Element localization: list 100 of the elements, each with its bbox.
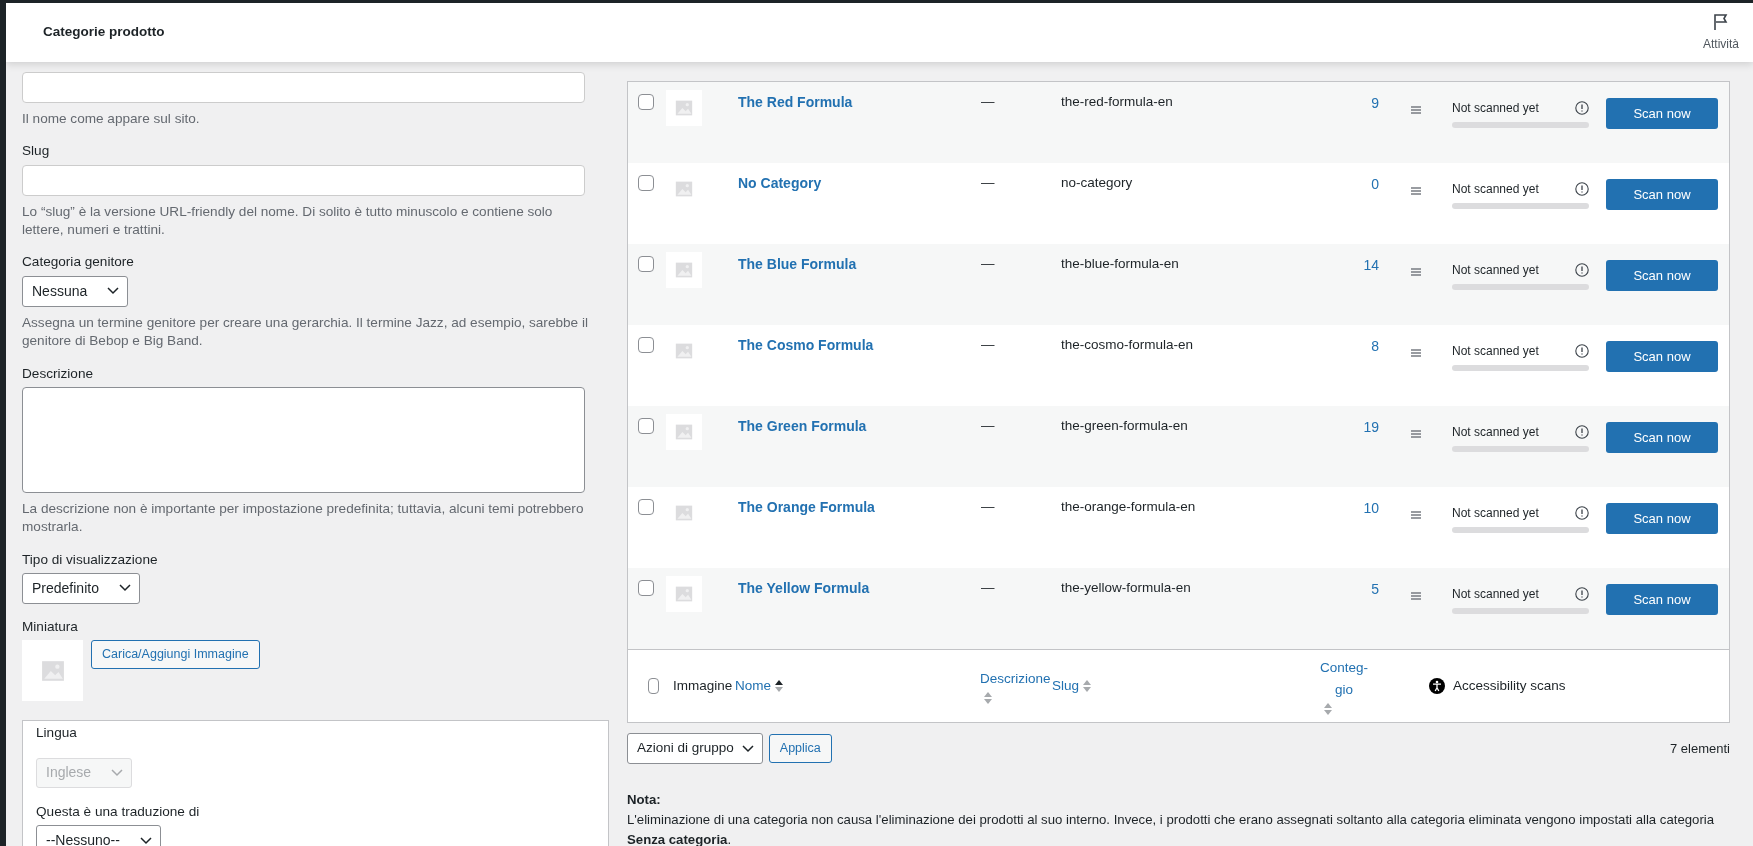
row-checkbox[interactable]: [638, 580, 654, 596]
description-cell: —: [981, 256, 995, 271]
field-hint: Assegna un termine genitore per creare una gerarchia. Il termine Jazz, ad esempio, sarebbe il genitore di Bebop e Big Band.: [22, 313, 589, 351]
input-field[interactable]: [22, 72, 585, 103]
apply-button[interactable]: Applica: [768, 734, 832, 763]
page-title: Categorie prodotto: [43, 23, 165, 42]
count-link[interactable]: 10: [1363, 498, 1411, 519]
image-placeholder-icon: [40, 658, 65, 683]
description-cell: —: [981, 337, 995, 352]
scan-now-button[interactable]: Scan now: [1606, 422, 1718, 453]
scan-status: Not scanned yet: [1452, 181, 1539, 198]
description-cell: —: [981, 175, 995, 190]
column-sort-link[interactable]: Descrizione: [980, 668, 1051, 690]
image-placeholder-icon: [675, 99, 693, 117]
image-placeholder-icon: [675, 423, 693, 441]
image-placeholder-icon: [675, 342, 693, 360]
flag-icon: [1713, 12, 1729, 31]
row-checkbox[interactable]: [638, 418, 654, 434]
field-label: Questa è una traduzione di: [36, 802, 201, 821]
scan-now-button[interactable]: Scan now: [1606, 341, 1718, 372]
description-cell: —: [981, 499, 995, 514]
image-placeholder-icon: [675, 261, 693, 279]
upload-image-button[interactable]: Carica/Aggiungi Immagine: [91, 640, 260, 670]
select-all-checkbox[interactable]: [648, 678, 659, 694]
info-icon: [1575, 263, 1589, 277]
field-label: Lingua: [36, 724, 78, 743]
description-field[interactable]: [22, 386, 585, 493]
row-checkbox[interactable]: [638, 94, 654, 110]
drag-handle-icon[interactable]: [1411, 268, 1421, 276]
note-title: Nota:: [627, 791, 662, 809]
slug-cell: the-orange-formula-en: [1061, 499, 1196, 514]
info-icon: [1575, 587, 1589, 601]
drag-handle-icon[interactable]: [1411, 592, 1421, 600]
category-name-link[interactable]: The Yellow Formula: [738, 580, 870, 596]
row-checkbox[interactable]: [638, 499, 654, 515]
chevron-icon: [139, 836, 152, 845]
category-name-link[interactable]: No Category: [738, 175, 822, 191]
column-sort-link[interactable]: Nome: [735, 675, 771, 697]
dropdown-field[interactable]: Nessuna: [22, 275, 129, 307]
drag-handle-icon[interactable]: [1411, 511, 1421, 519]
input-field[interactable]: [22, 164, 585, 196]
count-link[interactable]: 9: [1371, 93, 1411, 114]
description-cell: —: [981, 94, 995, 109]
chevron-icon: [118, 584, 131, 593]
count-link[interactable]: 5: [1371, 579, 1411, 600]
category-name-link[interactable]: The Orange Formula: [738, 499, 875, 515]
field-hint: Il nome come appare sul sito.: [22, 110, 201, 128]
scan-status: Not scanned yet: [1452, 586, 1539, 603]
field-label: Miniatura: [22, 617, 79, 636]
column-header: Accessibility scans: [1453, 676, 1566, 695]
field-hint: Lo “slug” è la versione URL-friendly del nome. Di solito è tutto minuscolo e contiene solo lettere, numeri e trattini.: [22, 202, 554, 240]
column-sort-link[interactable]: Slug: [1052, 675, 1080, 697]
description-cell: —: [981, 580, 995, 595]
field-label: Categoria genitore: [22, 253, 135, 272]
scan-status: Not scanned yet: [1452, 424, 1539, 441]
drag-handle-icon[interactable]: [1411, 430, 1421, 438]
scan-now-button[interactable]: Scan now: [1606, 179, 1718, 210]
slug-cell: the-green-formula-en: [1061, 418, 1188, 433]
field-label: Descrizione: [22, 364, 94, 383]
item-count: 7 elementi: [1670, 739, 1730, 758]
scan-now-button[interactable]: Scan now: [1606, 98, 1718, 129]
row-checkbox[interactable]: [638, 256, 654, 272]
scan-now-button[interactable]: Scan now: [1606, 584, 1718, 615]
image-placeholder-icon: [675, 585, 693, 603]
count-link[interactable]: 8: [1371, 336, 1411, 357]
image-placeholder-icon: [675, 180, 693, 198]
scan-status: Not scanned yet: [1452, 262, 1539, 279]
scan-now-button[interactable]: Scan now: [1606, 503, 1718, 534]
field-label: Tipo di visualizzazione: [22, 550, 159, 569]
slug-cell: the-blue-formula-en: [1061, 256, 1179, 271]
slug-cell: the-yellow-formula-en: [1061, 580, 1191, 595]
drag-handle-icon[interactable]: [1411, 187, 1421, 195]
row-checkbox[interactable]: [638, 175, 654, 191]
category-name-link[interactable]: The Red Formula: [738, 94, 853, 110]
info-icon: [1575, 101, 1589, 115]
dropdown-field[interactable]: Predefinito: [22, 572, 140, 604]
count-link[interactable]: 0: [1371, 174, 1411, 195]
activity-button[interactable]: Attività: [1703, 12, 1739, 53]
chevron-icon: [107, 287, 120, 296]
chevron-icon: [111, 768, 124, 777]
column-sort-link[interactable]: Conteg-gio: [1319, 657, 1369, 701]
bulk-actions-dropdown[interactable]: Azioni di gruppo: [627, 733, 763, 764]
drag-handle-icon[interactable]: [1411, 106, 1421, 114]
category-name-link[interactable]: The Blue Formula: [738, 256, 857, 272]
row-checkbox[interactable]: [638, 337, 654, 353]
info-icon: [1575, 506, 1589, 520]
category-name-link[interactable]: The Cosmo Formula: [738, 337, 874, 353]
info-icon: [1575, 425, 1589, 439]
count-link[interactable]: 14: [1363, 255, 1411, 276]
scan-status: Not scanned yet: [1452, 505, 1539, 522]
info-icon: [1575, 344, 1589, 358]
scan-now-button[interactable]: Scan now: [1606, 260, 1718, 291]
drag-handle-icon[interactable]: [1411, 349, 1421, 357]
note-text: L'eliminazione di una categoria non causa l'eliminazione dei prodotti al suo interno. Invece, i prodotti che erano assegnati soltanto alla categoria eliminata vengono impostati alla categoria Senza categoria.: [627, 810, 1716, 846]
field-label: Slug: [22, 142, 51, 161]
description-cell: —: [981, 418, 995, 433]
field-hint: La descrizione non è importante per impostazione predefinita; tuttavia, alcuni temi potrebbero mostrarla.: [22, 499, 585, 537]
count-link[interactable]: 19: [1363, 417, 1411, 438]
category-name-link[interactable]: The Green Formula: [738, 418, 867, 434]
accessibility-icon: [1429, 678, 1445, 694]
